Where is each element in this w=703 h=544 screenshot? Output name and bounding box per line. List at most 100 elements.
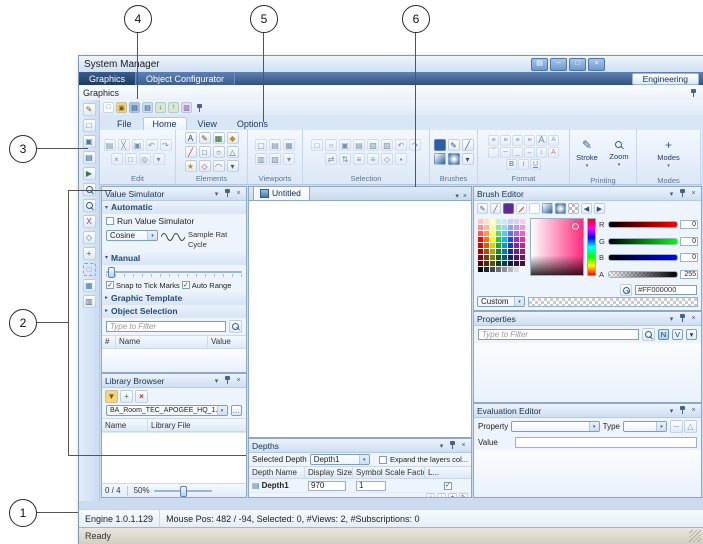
evaluate-icon[interactable]: ─ <box>670 420 683 433</box>
properties-list[interactable] <box>474 343 701 402</box>
blue-channel-value[interactable]: 0 <box>680 253 698 262</box>
palette-swatch[interactable] <box>484 219 489 224</box>
palette-swatch[interactable] <box>496 237 501 242</box>
palette-swatch[interactable] <box>502 249 507 254</box>
paste-icon[interactable]: ▤ <box>104 139 116 151</box>
export-icon[interactable]: ↑ <box>168 102 179 113</box>
pen-tool-icon[interactable]: ✎ <box>199 132 211 144</box>
alpha-channel-slider[interactable] <box>608 271 678 278</box>
panel-close-button[interactable]: × <box>234 189 243 198</box>
fill-brush-icon[interactable] <box>434 139 446 151</box>
arc-tool-icon[interactable]: ◠ <box>213 160 225 172</box>
column-header[interactable]: Depth Name <box>249 467 305 478</box>
palette-swatch[interactable] <box>508 267 513 272</box>
green-channel-value[interactable]: 0 <box>680 237 698 246</box>
distribute-v-icon[interactable]: ↕ <box>536 147 547 158</box>
red-channel-value[interactable]: 0 <box>680 220 698 229</box>
ribbon-tab-file[interactable]: File <box>108 118 141 130</box>
palette-swatch[interactable] <box>502 255 507 260</box>
cut-icon[interactable]: ╳ <box>118 139 130 151</box>
section-automatic[interactable]: ▾ Automatic <box>102 201 246 214</box>
panel-menu-button[interactable]: ▾ <box>667 189 676 198</box>
layout-button[interactable]: ▤ <box>531 58 548 71</box>
panel-menu-button[interactable]: ▾ <box>667 314 676 323</box>
panel-menu-button[interactable]: ▾ <box>437 441 446 450</box>
palette-swatch[interactable] <box>490 231 495 236</box>
palette-swatch[interactable] <box>484 261 489 266</box>
green-channel-slider[interactable] <box>608 238 678 245</box>
palette-swatch[interactable] <box>496 225 501 230</box>
palette-swatch[interactable] <box>484 231 489 236</box>
bold-button[interactable]: B <box>506 159 517 170</box>
palette-swatch[interactable] <box>490 249 495 254</box>
palette-swatch[interactable] <box>520 243 525 248</box>
blue-channel-slider[interactable] <box>608 254 678 261</box>
send-back-icon[interactable]: ▨ <box>381 139 393 151</box>
edit-brush-icon[interactable]: ✎ <box>477 203 488 214</box>
document-close-button[interactable]: × <box>461 193 469 200</box>
palette-swatch[interactable] <box>496 231 501 236</box>
panel-pin-button[interactable] <box>223 376 232 385</box>
null-brush-icon[interactable] <box>516 203 527 214</box>
star-tool-icon[interactable]: ★ <box>185 160 197 172</box>
section-object-selection[interactable]: ▸ Object Selection <box>102 305 246 318</box>
type-select[interactable]: ▾ <box>623 421 667 432</box>
palette-swatch[interactable] <box>508 255 513 260</box>
properties-filter-input[interactable]: Type to Filter <box>478 329 639 340</box>
text-color-icon[interactable]: A <box>548 147 559 158</box>
copy-icon[interactable]: ▣ <box>132 139 144 151</box>
palette-swatch[interactable] <box>514 261 519 266</box>
underline-button[interactable]: U <box>530 159 541 170</box>
palette-swatch[interactable] <box>514 249 519 254</box>
modes-button[interactable]: + Modes ▾ <box>649 132 689 174</box>
tab-object-configurator[interactable]: Object Configurator <box>136 72 235 85</box>
palette-swatch[interactable] <box>520 231 525 236</box>
ribbon-tab-view[interactable]: View <box>189 118 226 130</box>
red-channel-slider[interactable] <box>608 221 678 228</box>
document-list-button[interactable]: ▾ <box>453 192 461 200</box>
palette-swatch[interactable] <box>484 267 489 272</box>
palette-swatch[interactable] <box>484 237 489 242</box>
zoom-icon[interactable] <box>83 199 96 212</box>
palette-swatch[interactable] <box>508 261 513 266</box>
palette-swatch[interactable] <box>490 219 495 224</box>
align-justify-icon[interactable]: ≡ <box>524 135 535 146</box>
section-graphic-template[interactable]: ▸ Graphic Template <box>102 292 246 305</box>
save-all-icon[interactable]: ▤ <box>142 102 153 113</box>
align-middle-icon[interactable]: ─ <box>500 147 511 158</box>
previous-brush-icon[interactable]: ◀ <box>581 203 592 214</box>
align-right-icon[interactable]: ≡ <box>512 135 523 146</box>
palette-swatch[interactable] <box>496 261 501 266</box>
tab-graphics[interactable]: Graphics <box>79 72 136 85</box>
brush-type-select[interactable]: Custom ▾ <box>477 296 525 307</box>
zoom-button[interactable]: Zoom ▾ <box>604 132 634 174</box>
ellipse-tool-icon[interactable]: ○ <box>213 146 225 158</box>
rectangle-tool-icon[interactable]: □ <box>199 146 211 158</box>
search-icon[interactable] <box>642 328 655 341</box>
palette-swatch[interactable] <box>490 255 495 260</box>
palette-swatch[interactable] <box>496 267 501 272</box>
column-header[interactable]: # <box>102 336 116 348</box>
palette-swatch[interactable] <box>520 225 525 230</box>
italic-button[interactable]: I <box>518 159 529 170</box>
save-display-icon[interactable]: ▤ <box>83 151 96 164</box>
new-display-icon[interactable]: □ <box>83 119 96 132</box>
text-tool-icon[interactable]: A <box>185 132 197 144</box>
panel-pin-button[interactable] <box>448 441 457 450</box>
panel-close-button[interactable]: × <box>234 376 243 385</box>
ribbon-tab-options[interactable]: Options <box>228 118 277 130</box>
solid-brush-icon[interactable] <box>503 203 514 214</box>
move-depth-down-icon[interactable]: ↓ <box>437 493 446 498</box>
palette-swatch[interactable] <box>490 267 495 272</box>
line-tool-icon[interactable]: ╱ <box>185 146 197 158</box>
palette-swatch[interactable] <box>478 219 483 224</box>
manual-value-slider[interactable] <box>106 267 242 277</box>
panel-pin-button[interactable] <box>678 189 687 198</box>
palette-swatch[interactable] <box>496 219 501 224</box>
print-icon[interactable]: ▥ <box>83 295 96 308</box>
bring-front-icon[interactable]: ▧ <box>367 139 379 151</box>
sort-by-value-button[interactable]: V <box>672 329 683 340</box>
stroke-button[interactable]: ✎ Stroke ▾ <box>572 132 602 174</box>
viewport-grid-icon[interactable]: ▦ <box>283 139 295 151</box>
palette-swatch[interactable] <box>502 225 507 230</box>
